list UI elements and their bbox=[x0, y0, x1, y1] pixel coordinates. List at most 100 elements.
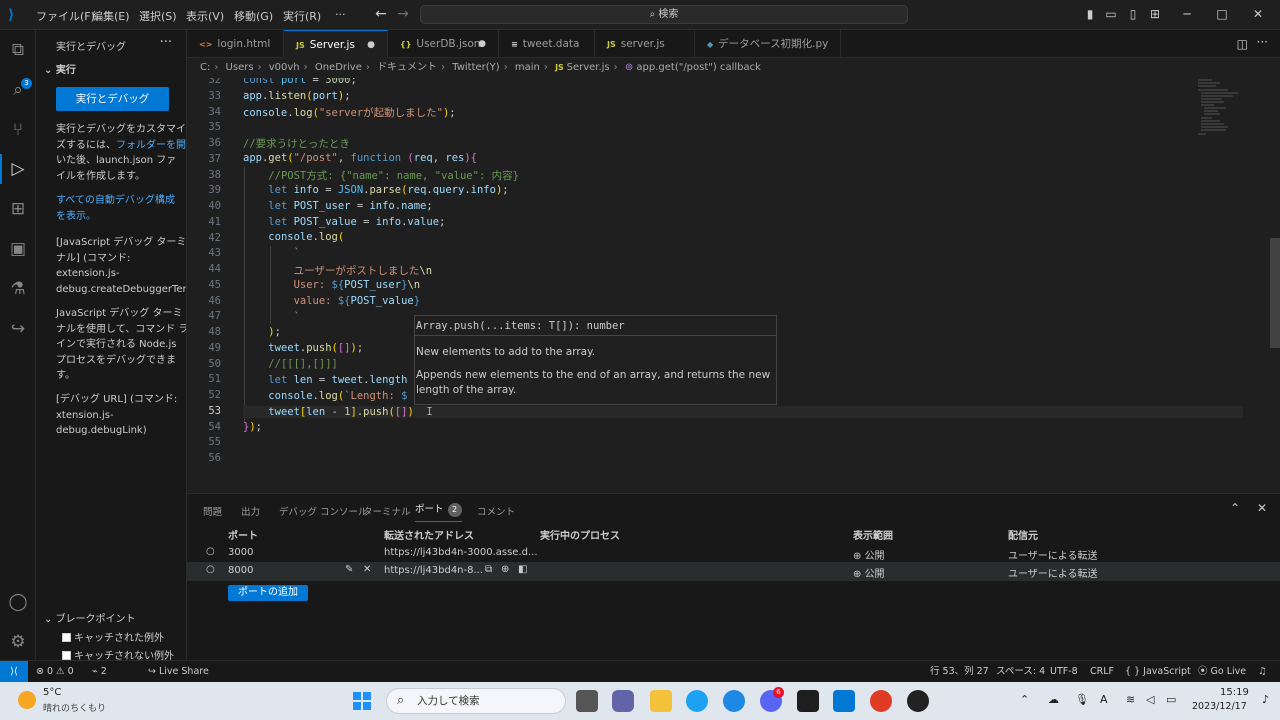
explorer-icon[interactable]: ⧉ bbox=[6, 38, 30, 62]
taskbar-search[interactable]: ⌕ 入力して検索 bbox=[386, 688, 566, 714]
tab-db-init-py[interactable]: ◆ データベース初期化.py bbox=[695, 30, 841, 58]
run-and-debug-button[interactable]: 実行とデバッグ bbox=[56, 87, 169, 111]
minimize-icon[interactable]: ─ bbox=[1180, 7, 1194, 21]
testing-icon[interactable]: ⚗ bbox=[6, 277, 30, 301]
clock-time[interactable]: 15:19 bbox=[1220, 687, 1249, 698]
file-explorer-icon[interactable] bbox=[650, 690, 672, 712]
breadcrumb-item[interactable]: Server.js bbox=[567, 62, 610, 73]
encoding[interactable]: UTF-8 bbox=[1050, 661, 1078, 682]
tab-ports[interactable]: ポート 2 bbox=[415, 501, 462, 522]
tab-output[interactable]: 出力 bbox=[241, 504, 260, 518]
battery-icon[interactable]: ▭ bbox=[1166, 693, 1176, 706]
extensions-icon[interactable]: ⊞ bbox=[6, 197, 30, 221]
copy-address-icon[interactable]: ⧉ bbox=[485, 564, 492, 575]
breakpoint-caught-exceptions[interactable]: キャッチされた例外 bbox=[62, 629, 164, 644]
menu-run[interactable]: 実行(R) bbox=[283, 8, 321, 24]
unsaved-dot-icon[interactable]: ● bbox=[367, 31, 375, 59]
breadcrumb-item[interactable]: Twitter(Y) bbox=[452, 62, 499, 73]
menu-selection[interactable]: 選択(S) bbox=[139, 8, 177, 24]
close-panel-icon[interactable]: ✕ bbox=[1257, 501, 1267, 515]
live-share-status[interactable]: ↪ Live Share bbox=[148, 661, 209, 682]
open-folder-link[interactable]: フォルダーを開 bbox=[116, 140, 186, 151]
tab-problems[interactable]: 問題 bbox=[203, 504, 222, 518]
microphone-icon[interactable]: 🎙 bbox=[1075, 693, 1089, 706]
close-window-icon[interactable]: ✕ bbox=[1251, 7, 1265, 21]
tab-comments[interactable]: コメント bbox=[477, 504, 515, 518]
indentation[interactable]: スペース: 4 bbox=[996, 661, 1045, 682]
vscode-icon[interactable] bbox=[833, 690, 855, 712]
tab-server-js[interactable]: JS Server.js ● bbox=[284, 30, 388, 58]
menu-edit[interactable]: 編集(E) bbox=[92, 8, 130, 24]
onedrive-icon[interactable]: ☁ bbox=[1048, 693, 1059, 706]
breakpoints-header[interactable]: ⌄ ブレークポイント bbox=[44, 610, 136, 625]
ports-status[interactable]: ⌁ 2 bbox=[92, 661, 107, 682]
cursor-position[interactable]: 行 53、列 27 bbox=[930, 661, 989, 682]
maximize-icon[interactable]: □ bbox=[1215, 7, 1229, 21]
edge-browser-icon[interactable] bbox=[723, 690, 745, 712]
run-section-header[interactable]: ⌄ 実行 bbox=[44, 61, 76, 76]
start-windows-icon[interactable] bbox=[352, 691, 372, 711]
problems-status[interactable]: ⊗ 0 ⚠ 0 bbox=[36, 661, 74, 682]
code-editor[interactable]: 32 33 34 35 36 37 38 39 40 41 42 43 44 45 46 47 48 49 50 51… bbox=[187, 78, 1280, 493]
open-browser-icon[interactable]: ⊕ bbox=[501, 564, 509, 575]
breadcrumb-item[interactable]: ドキュメント bbox=[377, 62, 437, 73]
chevron-up-icon[interactable]: ⌃ bbox=[1020, 693, 1029, 706]
volume-icon[interactable]: ◁ bbox=[1146, 693, 1154, 706]
tab-tweet-data[interactable]: ≡ tweet.data bbox=[499, 30, 595, 58]
customize-layout-icon[interactable]: ⊞ bbox=[1148, 7, 1162, 21]
edit-label-icon[interactable]: ✎ bbox=[345, 564, 353, 575]
breadcrumb-item[interactable]: main bbox=[515, 62, 540, 73]
breadcrumb-item[interactable]: v00vh bbox=[269, 62, 300, 73]
weather-desc[interactable]: 晴れのちくもり bbox=[43, 701, 106, 714]
live-share-icon[interactable]: ↪ bbox=[6, 317, 30, 341]
toggle-primary-sidebar-icon[interactable]: ▮ bbox=[1083, 7, 1097, 21]
ea-app-icon[interactable] bbox=[870, 690, 892, 712]
terminal-icon[interactable] bbox=[797, 690, 819, 712]
toggle-panel-icon[interactable]: ▭ bbox=[1104, 7, 1118, 21]
search-activity-icon[interactable]: ⌕ bbox=[6, 78, 30, 102]
show-all-configs-link[interactable]: すべての自動デバッグ構成 を表示。 bbox=[56, 193, 186, 224]
menu-view[interactable]: 表示(V) bbox=[186, 8, 224, 24]
command-search[interactable]: ⌕ 検索 bbox=[420, 5, 908, 24]
go-live[interactable]: ⦿ Go Live bbox=[1198, 661, 1246, 682]
tab-userdb-json[interactable]: {} UserDB.json ● bbox=[388, 30, 499, 58]
tab-debug-console[interactable]: デバッグ コンソール bbox=[279, 504, 368, 518]
clock-date[interactable]: 2023/12/17 bbox=[1192, 701, 1247, 712]
forwarded-address[interactable]: https://lj43bd4n-8... bbox=[384, 565, 483, 576]
breadcrumb-item[interactable]: C: bbox=[200, 62, 210, 73]
breadcrumb-item[interactable]: OneDrive bbox=[315, 62, 362, 73]
checkbox[interactable] bbox=[62, 633, 71, 642]
more-actions-icon[interactable]: ··· bbox=[160, 35, 172, 50]
minimap[interactable] bbox=[1198, 78, 1258, 158]
stop-forwarding-icon[interactable]: ✕ bbox=[363, 564, 371, 575]
tab-server-js-2[interactable]: JS server.js bbox=[595, 30, 695, 58]
menu-go[interactable]: 移動(G) bbox=[234, 8, 273, 24]
menu-file[interactable]: ファイル(F) bbox=[36, 8, 95, 24]
breadcrumb-item[interactable]: Users bbox=[226, 62, 254, 73]
remote-indicator-icon[interactable]: ⟩⟨ bbox=[0, 661, 28, 682]
breakpoint-uncaught-exceptions[interactable]: キャッチされない例外 bbox=[62, 647, 174, 660]
back-arrow-icon[interactable]: ← bbox=[374, 7, 388, 21]
more-actions-icon[interactable]: ··· bbox=[1257, 35, 1268, 49]
add-port-button[interactable]: ポートの追加 bbox=[228, 585, 308, 601]
notifications-icon[interactable]: ♫ bbox=[1258, 661, 1267, 682]
account-icon[interactable]: ◯ bbox=[6, 590, 30, 614]
language-mode[interactable]: { } JavaScript bbox=[1125, 661, 1191, 682]
twitter-icon[interactable] bbox=[686, 690, 708, 712]
settings-gear-icon[interactable]: ⚙ bbox=[6, 630, 30, 654]
line-ending[interactable]: CRLF bbox=[1090, 661, 1114, 682]
tab-terminal[interactable]: ターミナル bbox=[363, 504, 411, 518]
table-row[interactable]: ○ 8000 ✎ ✕ https://lj43bd4n-8... ⧉ ⊕ ◧ ⊕… bbox=[187, 562, 1280, 581]
tab-login-html[interactable]: <> login.html bbox=[187, 30, 284, 58]
chevron-up-icon[interactable]: ⌃ bbox=[1230, 501, 1240, 515]
forwarded-address[interactable]: https://lj43bd4n-3000.asse.d... bbox=[384, 547, 538, 558]
preview-icon[interactable]: ◧ bbox=[518, 564, 527, 575]
source-control-icon[interactable]: ⑂ bbox=[6, 118, 30, 142]
unsaved-dot-icon[interactable]: ● bbox=[478, 30, 486, 58]
editor-scrollbar[interactable] bbox=[1270, 238, 1280, 348]
ime-icon[interactable]: A bbox=[1100, 693, 1108, 706]
app-icon[interactable] bbox=[907, 690, 929, 712]
remote-explorer-icon[interactable]: ▣ bbox=[6, 237, 30, 261]
menu-more[interactable]: ··· bbox=[335, 8, 346, 21]
wifi-icon[interactable]: ≋ bbox=[1126, 693, 1135, 706]
